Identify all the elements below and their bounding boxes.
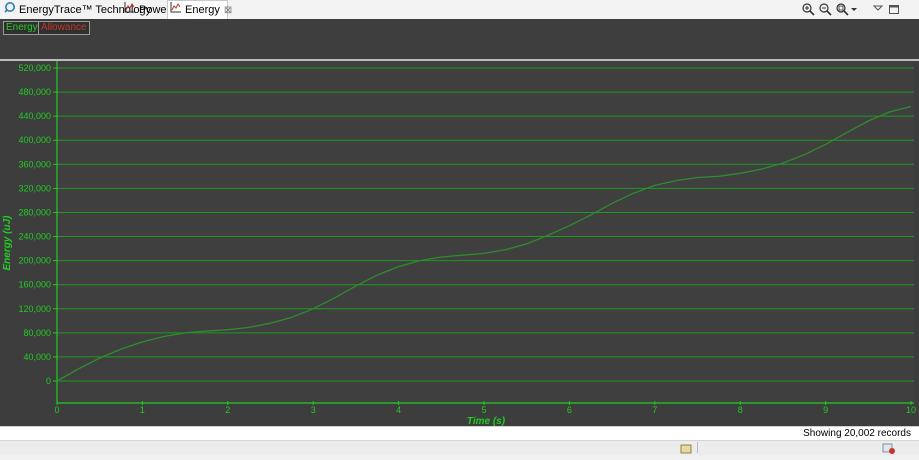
x-tick-label: 7 [652, 405, 657, 415]
x-tick-label: 2 [225, 405, 230, 415]
dropdown-arrow-icon[interactable] [849, 2, 859, 16]
view-toolbar [801, 2, 911, 17]
maximize-icon[interactable] [887, 2, 901, 16]
tab-label: Power [139, 3, 171, 16]
y-tick-label: 240,000 [18, 232, 51, 242]
x-tick-label: 0 [54, 405, 59, 415]
y-tick-label: 40,000 [23, 352, 51, 362]
status-divider [697, 442, 698, 453]
zoom-out-icon[interactable] [818, 2, 832, 16]
minimize-icon[interactable] [871, 2, 885, 16]
y-axis-label: Energy (uJ) [2, 215, 13, 271]
energy-view: Energy Allowance 0 1 2 3 4 5 6 7 8 9 10 0 40,000 80,… [0, 19, 919, 427]
y-tick-label: 200,000 [18, 256, 51, 266]
y-tick-label: 80,000 [23, 328, 51, 338]
y-tick-label: 440,000 [18, 111, 51, 121]
x-tick-label: 9 [823, 405, 828, 415]
x-tick-label: 5 [481, 405, 486, 415]
y-tick-label: 360,000 [18, 159, 51, 169]
x-tick-label: 3 [311, 405, 316, 415]
tab-bar: EnergyTrace™ Technology Power Energy ⊠ [0, 0, 919, 20]
x-axis-label: Time (s) [467, 416, 506, 426]
y-tick-label: 120,000 [18, 304, 51, 314]
zoom-in-icon[interactable] [801, 2, 815, 16]
close-icon[interactable]: ⊠ [224, 5, 232, 16]
x-tick-label: 1 [140, 405, 145, 415]
notifications-icon[interactable] [882, 442, 896, 460]
energy-chart[interactable]: 0 1 2 3 4 5 6 7 8 9 10 0 40,000 80,000 120,000 160,000… [0, 61, 919, 427]
y-tick-label: 320,000 [18, 183, 51, 193]
legend-bar: Energy Allowance [0, 19, 919, 61]
x-tick-label: 6 [567, 405, 572, 415]
y-tick-label: 480,000 [18, 87, 51, 97]
x-tick-label: 10 [906, 405, 916, 415]
chart-status-line: Showing 20,002 records [0, 426, 919, 440]
energy-chart-svg: 0 1 2 3 4 5 6 7 8 9 10 0 40,000 80,000 120,000 160,000… [2, 61, 916, 427]
tab-energy[interactable]: Energy ⊠ [167, 0, 232, 20]
plot-area [57, 61, 914, 403]
tab-power[interactable]: Power [124, 1, 170, 18]
status-icon[interactable] [680, 442, 692, 460]
chart-icon [124, 1, 136, 19]
tab-label: Energy [185, 3, 220, 16]
x-tick-label: 4 [396, 405, 401, 415]
records-count: Showing 20,002 records [803, 428, 911, 439]
bottom-status-bar [0, 440, 919, 455]
energytrace-icon [4, 1, 16, 19]
x-tick-label: 8 [738, 405, 743, 415]
y-tick-label: 0 [46, 376, 51, 386]
zoom-reset-icon[interactable] [835, 2, 849, 16]
legend-energy[interactable]: Energy [3, 21, 41, 35]
chart-icon [170, 1, 182, 19]
y-tick-label: 400,000 [18, 135, 51, 145]
legend-allowance[interactable]: Allowance [38, 21, 90, 35]
y-tick-label: 280,000 [18, 207, 51, 217]
y-tick-label: 520,000 [18, 63, 51, 73]
y-tick-label: 160,000 [18, 280, 51, 290]
